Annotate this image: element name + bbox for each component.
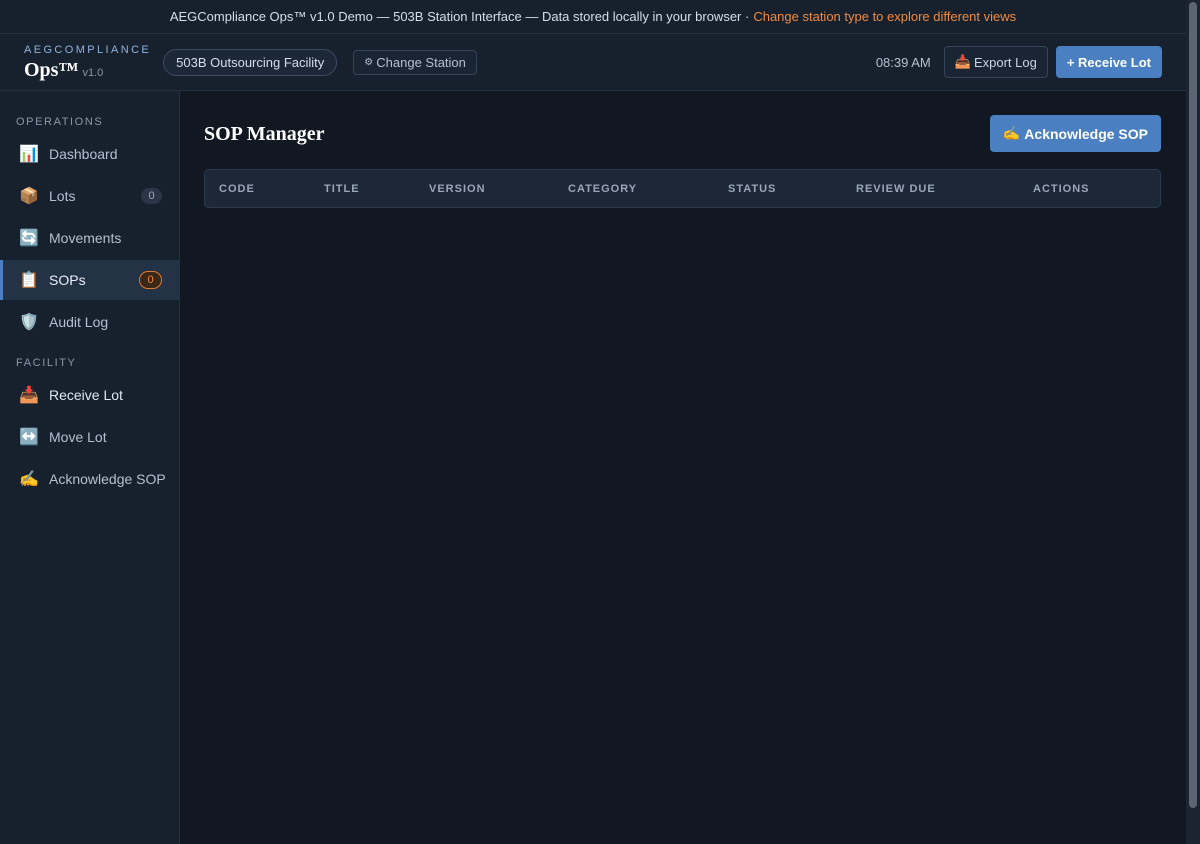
brand-product: Ops™ v1.0: [24, 60, 151, 80]
change-station-button[interactable]: ⚙ Change Station: [353, 49, 477, 75]
column-header-status[interactable]: STATUS: [728, 170, 776, 207]
lots-count-badge: 0: [141, 188, 162, 204]
sidebar-item-label: SOPs: [49, 272, 86, 288]
sidebar-item-label: Receive Lot: [49, 387, 123, 403]
column-header-title[interactable]: TITLE: [324, 170, 360, 207]
acknowledge-sop-button[interactable]: ✍️ Acknowledge SOP: [989, 115, 1161, 152]
clock: 08:39 AM: [875, 54, 931, 70]
export-log-button[interactable]: 📥 Export Log: [943, 46, 1048, 78]
demo-banner: AEGCompliance Ops™ v1.0 Demo — 503B Stat…: [0, 0, 1186, 34]
page-title: SOP Manager: [204, 123, 325, 145]
sidebar-item-movements[interactable]: 🔄 Movements: [0, 218, 179, 258]
section-operations: OPERATIONS: [16, 116, 104, 128]
clipboard-icon: 📋: [19, 272, 39, 289]
left-right-arrow-icon: ↔️: [19, 429, 39, 446]
sidebar-item-label: Lots: [49, 188, 76, 204]
sidebar-item-lots[interactable]: 📦 Lots 0: [0, 176, 179, 216]
sidebar-item-acknowledge-sop[interactable]: ✍️ Acknowledge SOP: [0, 459, 179, 499]
station-pill: 503B Outsourcing Facility: [163, 48, 338, 76]
gear-icon: ⚙: [364, 56, 374, 68]
acknowledge-sop-label: Acknowledge SOP: [1024, 125, 1148, 142]
scrollbar-thumb[interactable]: [1189, 2, 1197, 808]
sidebar-item-receive-lot[interactable]: 📥 Receive Lot: [0, 375, 179, 415]
sops-count-badge: 0: [139, 271, 162, 289]
sidebar-item-label: Move Lot: [49, 429, 107, 445]
change-station-type-link[interactable]: Change station type to explore different…: [753, 9, 1016, 24]
inbox-tray-icon: 📥: [19, 387, 39, 404]
brand-name: Ops™: [24, 58, 79, 81]
app-header: AEGCOMPLIANCE Ops™ v1.0 503B Outsourcing…: [0, 34, 1186, 91]
package-icon: 📦: [19, 188, 39, 205]
export-log-label: Export Log: [973, 54, 1037, 70]
column-header-review-due[interactable]: REVIEW DUE: [856, 170, 936, 207]
sop-table: CODE TITLE VERSION CATEGORY STATUS REVIE…: [204, 169, 1161, 208]
section-facility: FACILITY: [16, 357, 77, 369]
inbox-tray-icon: 📥: [954, 54, 971, 69]
brand-company: AEGCOMPLIANCE: [24, 43, 152, 56]
writing-hand-icon: ✍️: [1002, 125, 1021, 141]
brand: AEGCOMPLIANCE Ops™ v1.0: [24, 43, 152, 80]
sidebar-item-audit-log[interactable]: 🛡️ Audit Log: [0, 302, 179, 342]
sidebar-item-label: Acknowledge SOP: [49, 471, 166, 487]
main-content: SOP Manager ✍️ Acknowledge SOP CODE TITL…: [180, 91, 1186, 844]
sidebar-item-dashboard[interactable]: 📊 Dashboard: [0, 134, 179, 174]
sidebar-item-label: Audit Log: [49, 314, 109, 330]
sidebar-item-label: Dashboard: [49, 146, 118, 162]
chart-icon: 📊: [19, 146, 39, 163]
column-header-actions[interactable]: ACTIONS: [1033, 170, 1090, 207]
column-header-version[interactable]: VERSION: [429, 170, 486, 207]
sidebar-item-move-lot[interactable]: ↔️ Move Lot: [0, 417, 179, 457]
column-header-code[interactable]: CODE: [219, 170, 255, 207]
column-header-category[interactable]: CATEGORY: [568, 170, 637, 207]
refresh-icon: 🔄: [19, 230, 39, 247]
brand-version: v1.0: [82, 66, 104, 79]
sidebar-item-label: Movements: [49, 230, 122, 246]
change-station-label: Change Station: [376, 54, 466, 70]
sidebar: OPERATIONS 📊 Dashboard 📦 Lots 0 🔄 Moveme…: [0, 91, 180, 844]
banner-text: AEGCompliance Ops™ v1.0 Demo — 503B Stat…: [169, 9, 750, 24]
sidebar-item-sops[interactable]: 📋 SOPs 0: [0, 260, 179, 300]
writing-hand-icon: ✍️: [19, 471, 39, 488]
shield-icon: 🛡️: [19, 314, 39, 331]
page-scrollbar[interactable]: [1186, 0, 1200, 844]
receive-lot-button[interactable]: + Receive Lot: [1055, 46, 1162, 78]
